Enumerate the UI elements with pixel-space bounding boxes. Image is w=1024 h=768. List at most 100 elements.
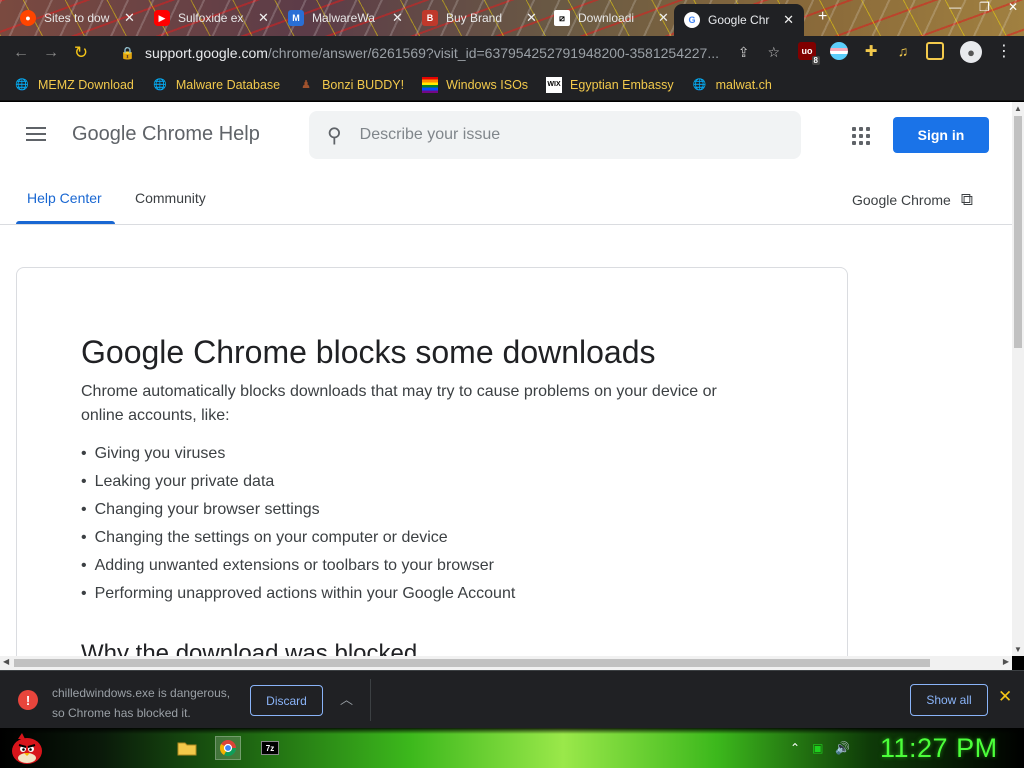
- menu-icon[interactable]: ⋮: [996, 41, 1012, 61]
- list-item: Giving you viruses: [81, 440, 515, 468]
- tab-help-center[interactable]: Help Center: [27, 190, 102, 206]
- article-card: Google Chrome blocks some downloads Chro…: [16, 267, 848, 656]
- close-icon[interactable]: ✕: [526, 10, 537, 26]
- tab-sulfoxide[interactable]: ▶ Sulfoxide ex ✕: [144, 4, 279, 32]
- media-icon[interactable]: ♫: [894, 42, 912, 60]
- back-icon[interactable]: ←: [6, 44, 36, 62]
- article-title: Google Chrome blocks some downloads: [81, 334, 656, 370]
- close-icon[interactable]: ✕: [258, 10, 269, 26]
- scrollbar-thumb[interactable]: [14, 659, 930, 667]
- bookmark-star-icon[interactable]: ☆: [767, 44, 780, 61]
- puzzle-icon[interactable]: ✚: [862, 42, 880, 60]
- url-path: /chrome/answer/6261569?visit_id=63795425…: [267, 44, 720, 61]
- download-warning-line2: so Chrome has blocked it.: [52, 706, 191, 720]
- address-bar[interactable]: 🔒 support.google.com/chrome/answer/62615…: [110, 39, 790, 66]
- download-shelf: ! chilledwindows.exe is dangerous, so Ch…: [0, 670, 1024, 728]
- reload-icon[interactable]: ↻: [66, 43, 96, 63]
- window-close-icon[interactable]: ✕: [1008, 0, 1018, 14]
- restore-icon[interactable]: ❐: [979, 0, 990, 14]
- taskbar: 7z ⌃ ▣ 🔊 11:27 PM: [0, 728, 1024, 768]
- close-icon[interactable]: ✕: [392, 10, 403, 26]
- bookmark-memz[interactable]: 🌐 MEMZ Download: [14, 77, 134, 93]
- ublock-badge: 8: [811, 56, 820, 65]
- share-icon[interactable]: ⇪: [738, 44, 750, 61]
- article-intro: Chrome automatically blocks downloads th…: [81, 383, 717, 424]
- minimize-icon[interactable]: —: [949, 0, 961, 14]
- product-link[interactable]: Google Chrome ⧉: [852, 190, 973, 210]
- globe-icon: 🌐: [692, 79, 707, 91]
- list-item: Leaking your private data: [81, 468, 515, 496]
- list-item: Changing the settings on your computer o…: [81, 524, 515, 552]
- forward-icon[interactable]: →: [36, 44, 66, 62]
- tab-downloading[interactable]: ⧄ Downloadi ✕: [544, 4, 679, 32]
- chevron-up-icon[interactable]: ︿: [340, 689, 353, 708]
- web-page: Google Chrome Help ⚲ Sign in Help Center…: [0, 102, 1012, 656]
- close-icon[interactable]: ✕: [783, 12, 794, 28]
- tab-buy-brand[interactable]: B Buy Brand ✕: [412, 4, 547, 32]
- tab-title: Sulfoxide ex: [178, 11, 244, 25]
- tab-title: Downloadi: [578, 11, 635, 25]
- tab-sites-to-download[interactable]: ● Sites to dow ✕: [10, 4, 145, 32]
- chrome-taskbar-icon[interactable]: [215, 736, 241, 760]
- globe-icon: 🌐: [153, 79, 167, 91]
- vertical-scrollbar[interactable]: ▲ ▼: [1012, 102, 1024, 656]
- profile-avatar-icon[interactable]: ●: [960, 41, 982, 63]
- system-tray: ⌃ ▣ 🔊: [790, 741, 850, 755]
- list-item: Adding unwanted extensions or toolbars t…: [81, 552, 515, 580]
- tab-title: Google Chr: [708, 13, 770, 27]
- shop-icon: B: [422, 10, 438, 26]
- taskbar-clock[interactable]: 11:27 PM: [880, 733, 998, 764]
- tab-google-chrome-help[interactable]: G Google Chr ✕: [674, 4, 804, 36]
- network-icon[interactable]: ▣: [812, 741, 823, 755]
- search-icon[interactable]: ⚲: [327, 123, 342, 148]
- side-panel-icon[interactable]: [926, 42, 944, 60]
- tab-malwarewatch[interactable]: M MalwareWa ✕: [278, 4, 413, 32]
- search-input[interactable]: [359, 126, 760, 144]
- bookmark-bonzi[interactable]: ♟ Bonzi BUDDY!: [298, 77, 404, 93]
- help-subnav: Help Center Community Google Chrome ⧉: [0, 166, 1012, 225]
- help-search-box[interactable]: ⚲: [309, 111, 801, 159]
- globe-icon: 🌐: [15, 79, 29, 91]
- tab-strip: ● Sites to dow ✕ ▶ Sulfoxide ex ✕ M Malw…: [0, 0, 1024, 36]
- sign-in-button[interactable]: Sign in: [893, 117, 989, 153]
- close-icon[interactable]: ✕: [124, 10, 135, 26]
- bookmark-label: Malware Database: [175, 77, 281, 92]
- start-button-angry-bird-icon[interactable]: [8, 730, 46, 766]
- close-icon[interactable]: ✕: [998, 687, 1012, 707]
- tab-title: MalwareWa: [312, 11, 375, 25]
- horizontal-scrollbar[interactable]: ◀ ▶: [0, 656, 1012, 670]
- scroll-up-icon[interactable]: ▲: [1012, 104, 1024, 113]
- hamburger-menu-icon[interactable]: [26, 127, 46, 145]
- download-warning-text: chilledwindows.exe is dangerous, so Chro…: [52, 683, 230, 723]
- show-all-button[interactable]: Show all: [910, 684, 988, 716]
- bookmark-malware-database[interactable]: 🌐 Malware Database: [152, 77, 280, 93]
- volume-icon[interactable]: 🔊: [835, 741, 850, 755]
- scroll-right-icon[interactable]: ▶: [1003, 657, 1009, 666]
- bookmark-windows-isos[interactable]: Windows ISOs: [422, 76, 528, 93]
- danger-warning-icon: !: [18, 690, 38, 710]
- lock-icon[interactable]: 🔒: [120, 46, 135, 60]
- new-tab-button[interactable]: +: [818, 8, 827, 26]
- google-apps-icon[interactable]: [852, 127, 870, 145]
- ublock-icon[interactable]: uo 8: [798, 42, 820, 65]
- tab-community[interactable]: Community: [135, 190, 206, 206]
- bookmark-malwatch[interactable]: 🌐 malwat.ch: [692, 77, 772, 93]
- seven-zip-icon[interactable]: 7z: [257, 736, 283, 760]
- flag-extension-icon[interactable]: [830, 42, 848, 60]
- discard-button[interactable]: Discard: [250, 685, 323, 716]
- scroll-down-icon[interactable]: ▼: [1012, 645, 1024, 654]
- tab-title: Sites to dow: [44, 11, 110, 25]
- bonzi-icon: ♟: [301, 79, 312, 91]
- section-heading: Why the download was blocked: [81, 640, 418, 656]
- scroll-left-icon[interactable]: ◀: [3, 657, 9, 666]
- scrollbar-thumb[interactable]: [1014, 116, 1022, 348]
- list-item: Changing your browser settings: [81, 496, 515, 524]
- help-brand-title[interactable]: Google Chrome Help: [72, 123, 260, 146]
- show-hidden-icons-icon[interactable]: ⌃: [790, 741, 800, 755]
- file-explorer-icon[interactable]: [174, 736, 200, 760]
- url-text[interactable]: support.google.com/chrome/answer/6261569…: [145, 45, 720, 61]
- reddit-icon: ●: [20, 10, 36, 26]
- bookmark-egyptian-embassy[interactable]: WIX Egyptian Embassy: [546, 76, 674, 93]
- close-icon[interactable]: ✕: [658, 10, 669, 26]
- malwarewatch-icon: M: [288, 10, 304, 26]
